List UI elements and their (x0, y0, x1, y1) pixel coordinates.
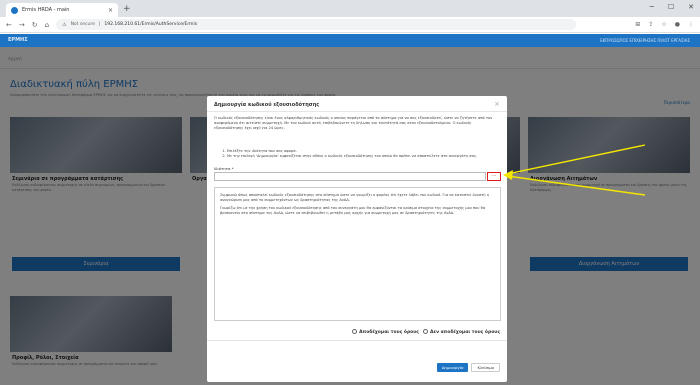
role-field-label: Ιδιότητα * (214, 166, 234, 171)
url-field[interactable]: ⚠ Not secure | 192.168.210.61/Ermis/Auth… (56, 19, 577, 30)
dialog-footer-divider (207, 340, 507, 341)
role-field[interactable] (214, 172, 486, 181)
dialog-title: Δημιουργία κωδικού εξουσιοδότησης (214, 102, 320, 108)
accept-terms-radio[interactable]: Αποδέχομαι τους όρους (352, 329, 419, 335)
more-icon: ··· (491, 173, 497, 179)
tab-close-icon[interactable]: × (108, 7, 113, 14)
radio-icon (352, 329, 358, 334)
star-icon[interactable]: ☆ (661, 21, 666, 28)
authorization-code-dialog: Δημιουργία κωδικού εξουσιοδότησης × Ο κω… (207, 96, 507, 382)
dialog-description: Ο κωδικός εξουσιοδότησης είναι ένας αλφα… (214, 116, 493, 130)
maximize-icon[interactable]: ☐ (668, 3, 674, 11)
decline-terms-radio[interactable]: Δεν αποδέχομαι τους όρους (422, 329, 500, 335)
minimize-icon[interactable]: ─ (650, 3, 654, 11)
terms-radio-group: Αποδέχομαι τους όρους Δεν αποδέχομαι του… (352, 329, 500, 335)
terms-paragraph: Γνωρίζω ότι με την χρήση του κωδικού εξο… (220, 206, 486, 215)
profile-icon[interactable]: ● (675, 21, 680, 28)
terms-textarea[interactable]: Συμφωνώ όπως αποσταλεί κωδικός εξουσιοδό… (214, 187, 501, 321)
url-text: 192.168.210.61/Ermis/AuthService/Ermis (104, 22, 198, 27)
browser-tab[interactable]: Ermis HRDA - main × (6, 3, 118, 17)
address-bar: ← → ↻ ⌂ ⚠ Not secure | 192.168.210.61/Er… (0, 17, 700, 33)
radio-icon (422, 329, 428, 334)
menu-icon[interactable]: ⋮ (688, 21, 694, 28)
extension-icons: ⊞ ⇪ ☆ ● ⋮ (635, 21, 694, 28)
browser-tabbar: Ermis HRDA - main × + ─ ☐ ✕ (0, 0, 700, 17)
new-tab-icon[interactable]: + (123, 4, 131, 14)
security-label: Not secure (70, 22, 95, 27)
app-header: ΕΡΜΗΣ ΕΚΠΡΟΣΩΠΟΣ ΕΠΙΧΕΙΡΗΣΗΣ ΠΙΛΟΤ ΕΡΓΑΣ… (0, 34, 700, 47)
dialog-buttons: Δημιουργία Κλείσιμο (436, 363, 500, 372)
role-select-button[interactable]: ··· (487, 172, 501, 181)
dialog-steps: Επιλέξτε την ιδιότητα που σας αφορά. Με … (221, 149, 491, 159)
tab-title: Ermis HRDA - main (22, 7, 70, 13)
close-icon[interactable]: × (494, 100, 500, 108)
reload-icon[interactable]: ↻ (32, 21, 38, 29)
home-icon[interactable]: ⌂ (45, 21, 49, 29)
window-close-icon[interactable]: ✕ (688, 3, 694, 11)
terms-paragraph: Συμφωνώ όπως αποσταλεί κωδικός εξουσιοδό… (220, 193, 490, 202)
create-button[interactable]: Δημιουργία (436, 363, 469, 372)
cancel-button[interactable]: Κλείσιμο (471, 363, 500, 372)
user-menu[interactable]: ΕΚΠΡΟΣΩΠΟΣ ΕΠΙΧΕΙΡΗΣΗΣ ΠΙΛΟΤ ΕΡΓΑΣΙΑΣ (600, 38, 690, 43)
window-controls: ─ ☐ ✕ (650, 3, 694, 11)
step-item: Με την επιλογή 'Δημιουργία' εμφανίζεται … (227, 154, 491, 159)
share-icon[interactable]: ⇪ (648, 21, 653, 28)
favicon-icon (11, 6, 18, 14)
translate-icon[interactable]: ⊞ (635, 21, 640, 28)
app-brand[interactable]: ΕΡΜΗΣ (8, 37, 28, 43)
dialog-divider (207, 111, 507, 112)
warning-icon: ⚠ (62, 21, 67, 28)
forward-icon[interactable]: → (19, 21, 25, 29)
back-icon[interactable]: ← (6, 21, 12, 29)
